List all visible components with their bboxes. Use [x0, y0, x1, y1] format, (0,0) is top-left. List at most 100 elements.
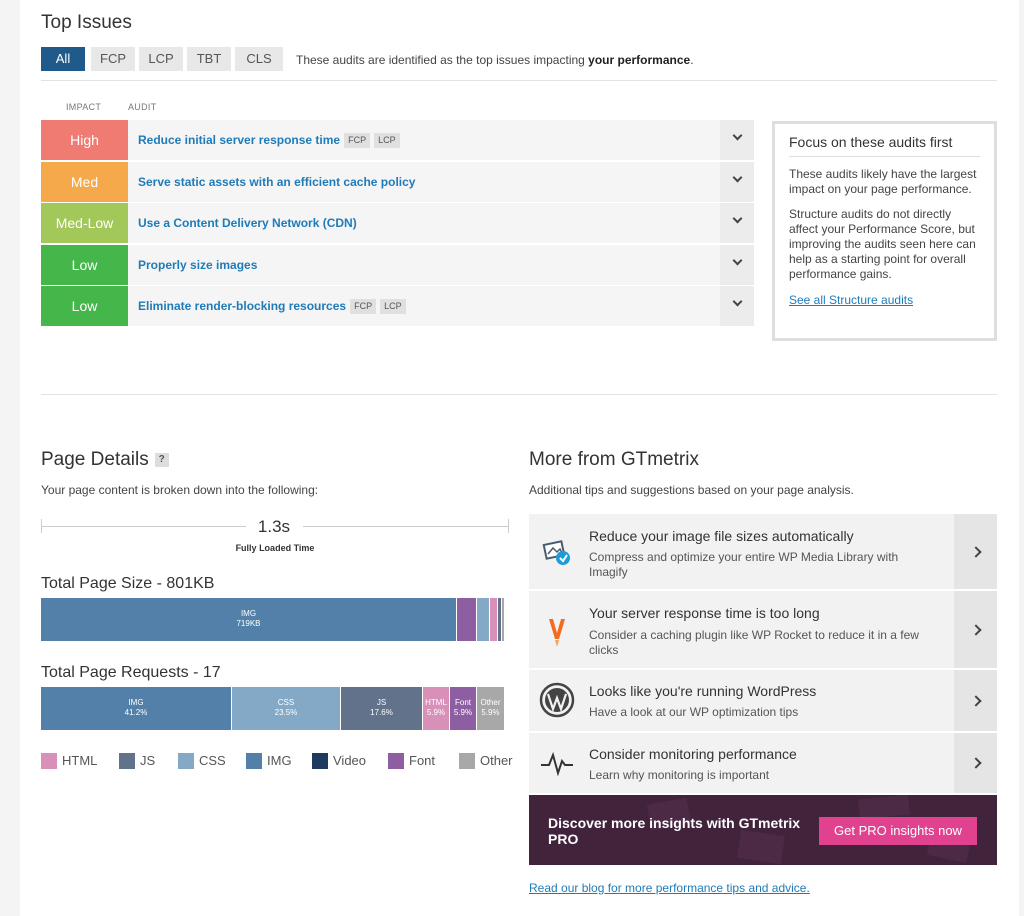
focus-box: Focus on these audits first These audits…	[772, 121, 997, 341]
bar-segment-value: 17.6%	[370, 708, 393, 717]
see-structure-audits-link[interactable]: See all Structure audits	[789, 293, 980, 307]
legend-swatch	[459, 753, 475, 769]
impact-badge: Low	[41, 245, 128, 285]
tip-monitoring[interactable]: Consider monitoring performance Learn wh…	[529, 733, 997, 793]
bar-segment-value: 5.9%	[453, 708, 473, 717]
filter-all[interactable]: All	[41, 47, 85, 71]
audit-title[interactable]: Serve static assets with an efficient ca…	[138, 162, 415, 202]
bar-segment-value: 23.5%	[274, 708, 298, 717]
legend-label: Font	[409, 753, 436, 768]
tip-description: Learn why monitoring is important	[589, 768, 770, 782]
legend-swatch	[178, 753, 194, 769]
bar-segment-type: HTML	[425, 698, 447, 707]
help-icon[interactable]: ?	[154, 452, 169, 467]
bar-segment-font: Font 5.9%	[450, 687, 476, 730]
legend-item-img: IMG	[246, 753, 292, 769]
bar-segment-other	[502, 598, 504, 641]
audit-title-text: Reduce initial server response time	[138, 133, 341, 147]
audit-title-text: Serve static assets with an efficient ca…	[138, 175, 416, 189]
page-size-bar: IMG 719KB	[41, 598, 505, 641]
blog-link[interactable]: Read our blog for more performance tips …	[529, 881, 810, 895]
section-divider	[41, 394, 997, 395]
bar-segment-html: HTML 5.9%	[423, 687, 449, 730]
tip-description: Have a look at our WP optimization tips	[589, 705, 799, 719]
fully-loaded-label: Fully Loaded Time	[235, 543, 315, 553]
chevron-down-icon[interactable]	[720, 203, 754, 243]
page-details-title: Page Details	[41, 449, 149, 470]
filter-fcp[interactable]: FCP	[91, 47, 135, 71]
bar-segment-font	[457, 598, 476, 641]
chevron-down-icon[interactable]	[720, 245, 754, 285]
focus-paragraph-1: These audits likely have the largest imp…	[789, 167, 977, 196]
get-pro-insights-button[interactable]: Get PRO insights now	[819, 817, 977, 845]
page-details-heading: Page Details?	[41, 449, 169, 471]
tip-body: Consider monitoring performance Learn wh…	[529, 733, 953, 793]
audit-title[interactable]: Reduce initial server response time FCP LC…	[138, 120, 400, 160]
bar-segment-img: IMG 41.2%	[41, 687, 231, 730]
impact-badge: Low	[41, 286, 128, 326]
chevron-right-icon[interactable]	[954, 591, 997, 668]
metric-tag: LCP	[380, 299, 406, 315]
focus-title: Focus on these audits first	[789, 134, 980, 157]
column-audit: AUDIT	[128, 102, 157, 112]
audit-title[interactable]: Properly size images	[138, 245, 257, 285]
tip-imagify[interactable]: Reduce your image file sizes automatical…	[529, 514, 997, 589]
chevron-down-icon[interactable]	[720, 120, 754, 160]
bar-segment-css	[477, 598, 489, 641]
tip-wordpress[interactable]: Looks like you're running WordPress Have…	[529, 670, 997, 731]
page-requests-bar: IMG 41.2% CSS 23.5% JS 17.6% HTML 5.9% Font 5.9% O…	[41, 687, 505, 730]
report-page: Top Issues All FCP LCP TBT CLS These aud…	[20, 0, 1019, 916]
audit-row[interactable]: High Reduce initial server response time F…	[41, 120, 754, 160]
legend-item-video: Video	[312, 753, 366, 769]
filter-cls[interactable]: CLS	[235, 47, 283, 71]
chevron-right-icon[interactable]	[954, 514, 997, 589]
tip-wp-rocket[interactable]: Your server response time is too long Co…	[529, 591, 997, 668]
timeline-line-right	[303, 526, 508, 527]
impact-badge: Med	[41, 162, 128, 202]
legend-swatch	[388, 753, 404, 769]
audit-row[interactable]: Low Properly size images	[41, 245, 754, 285]
legend-label: Video	[333, 753, 367, 768]
legend-label: CSS	[199, 753, 226, 768]
chevron-down-icon[interactable]	[720, 162, 754, 202]
legend-item-font: Font	[388, 753, 435, 769]
audit-title[interactable]: Use a Content Delivery Network (CDN)	[138, 203, 357, 243]
audit-title[interactable]: Eliminate render-blocking resources FCP LC…	[138, 286, 406, 326]
legend-item-other: Other	[459, 753, 513, 769]
audit-row[interactable]: Med-Low Use a Content Delivery Network (C…	[41, 203, 754, 243]
audit-row[interactable]: Med Serve static assets with an efficient…	[41, 162, 754, 202]
tip-description: Consider a caching plugin like WP Rocket…	[589, 628, 919, 657]
tip-title: Reduce your image file sizes automatical…	[589, 528, 854, 544]
tip-title: Consider monitoring performance	[589, 746, 797, 762]
page-details-subtitle: Your page content is broken down into th…	[41, 483, 319, 497]
filter-tbt[interactable]: TBT	[187, 47, 231, 71]
chevron-right-icon[interactable]	[954, 670, 997, 731]
pro-promo-banner: Discover more insights with GTmetrix PRO…	[529, 795, 997, 865]
audit-row[interactable]: Low Eliminate render-blocking resources FC…	[41, 286, 754, 326]
tip-title: Looks like you're running WordPress	[589, 683, 817, 699]
image-optimize-icon	[542, 540, 570, 565]
filter-description-suffix: .	[690, 53, 694, 67]
audit-title-text: Properly size images	[138, 258, 258, 272]
bar-segment-value: 5.9%	[426, 708, 446, 717]
bar-segment-value: 719KB	[236, 619, 261, 628]
bar-segment-value: 41.2%	[124, 708, 148, 717]
tip-body: Your server response time is too long Co…	[529, 591, 953, 668]
filter-lcp[interactable]: LCP	[139, 47, 183, 71]
page-requests-title: Total Page Requests - 17	[41, 664, 221, 681]
legend-item-js: JS	[119, 753, 155, 769]
legend-label: Other	[480, 753, 513, 768]
metric-tag: FCP	[350, 299, 377, 315]
chevron-right-icon[interactable]	[954, 733, 997, 793]
focus-paragraph-2: Structure audits do not directly affect …	[789, 207, 976, 281]
timeline-line-left	[41, 526, 246, 527]
bar-segment-type: Other	[480, 698, 501, 707]
impact-badge: Med-Low	[41, 203, 128, 243]
tip-title: Your server response time is too long	[589, 605, 820, 621]
promo-text: Discover more insights with GTmetrix PRO	[548, 815, 801, 847]
chevron-down-icon[interactable]	[720, 286, 754, 326]
column-impact: IMPACT	[66, 102, 102, 112]
bar-segment-type: IMG	[240, 609, 257, 618]
metric-tag: LCP	[374, 133, 400, 149]
bar-segment-type: CSS	[277, 698, 295, 707]
